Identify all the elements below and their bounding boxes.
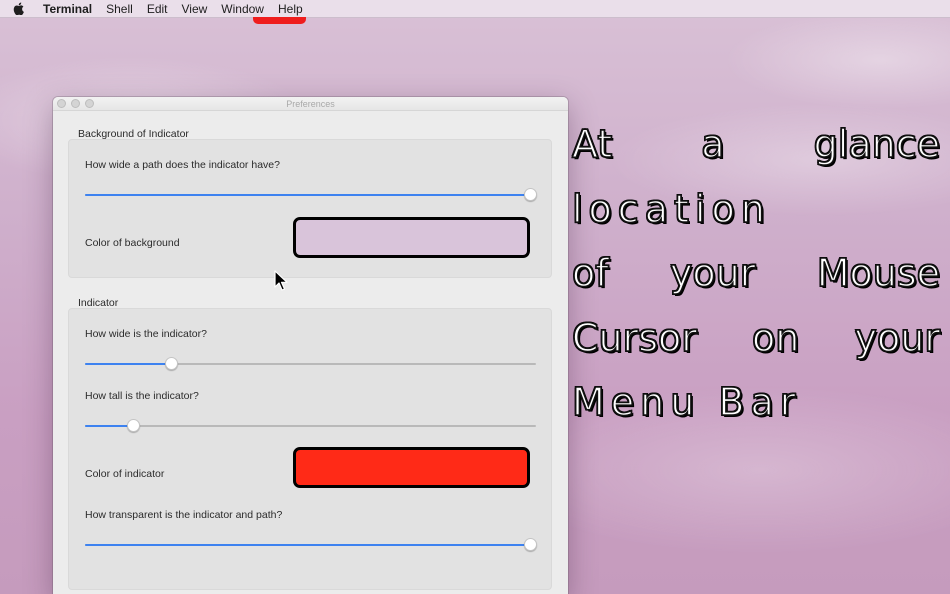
indicator-height-label: How tall is the indicator? [85,390,199,402]
transparency-slider[interactable] [85,538,537,552]
slider-knob[interactable] [127,419,141,432]
slider-knob[interactable] [524,538,537,551]
caption-line: At a glance [571,121,941,166]
caption-line: location [571,186,771,231]
menu-bar: Terminal Shell Edit View Window Help [0,0,950,18]
window-titlebar[interactable]: Preferences [53,97,568,111]
indicator-width-slider[interactable] [85,357,536,371]
background-group: How wide a path does the indicator have?… [68,139,552,278]
menu-edit[interactable]: Edit [140,0,175,18]
indicator-width-label: How wide is the indicator? [85,328,207,340]
caption-line: Cursor on your [571,315,941,360]
menu-view[interactable]: View [175,0,215,18]
mouse-location-indicator [253,17,306,24]
indicator-group: How wide is the indicator? How tall is t… [68,308,552,590]
caption-line: of your Mouse [571,250,941,295]
apple-menu-icon[interactable] [0,0,36,18]
path-width-slider[interactable] [85,188,537,202]
slider-knob[interactable] [164,357,178,370]
slider-knob[interactable] [524,188,537,201]
caption-line: Menu Bar [571,379,802,424]
indicator-height-slider[interactable] [85,419,536,433]
menu-app-terminal[interactable]: Terminal [36,0,99,18]
menu-shell[interactable]: Shell [99,0,140,18]
mouse-cursor-icon [274,270,288,291]
background-color-well[interactable] [293,217,530,258]
path-width-label: How wide a path does the indicator have? [85,159,280,171]
menu-window[interactable]: Window [214,0,271,18]
preferences-window: Preferences Background of Indicator How … [53,97,568,594]
menu-help[interactable]: Help [271,0,310,18]
background-color-label: Color of background [85,237,180,249]
indicator-color-label: Color of indicator [85,468,165,480]
transparency-label: How transparent is the indicator and pat… [85,509,283,521]
promo-caption: At a glance location of your Mouse Curso… [571,112,950,435]
indicator-color-well[interactable] [293,447,530,488]
window-title: Preferences [286,99,335,109]
